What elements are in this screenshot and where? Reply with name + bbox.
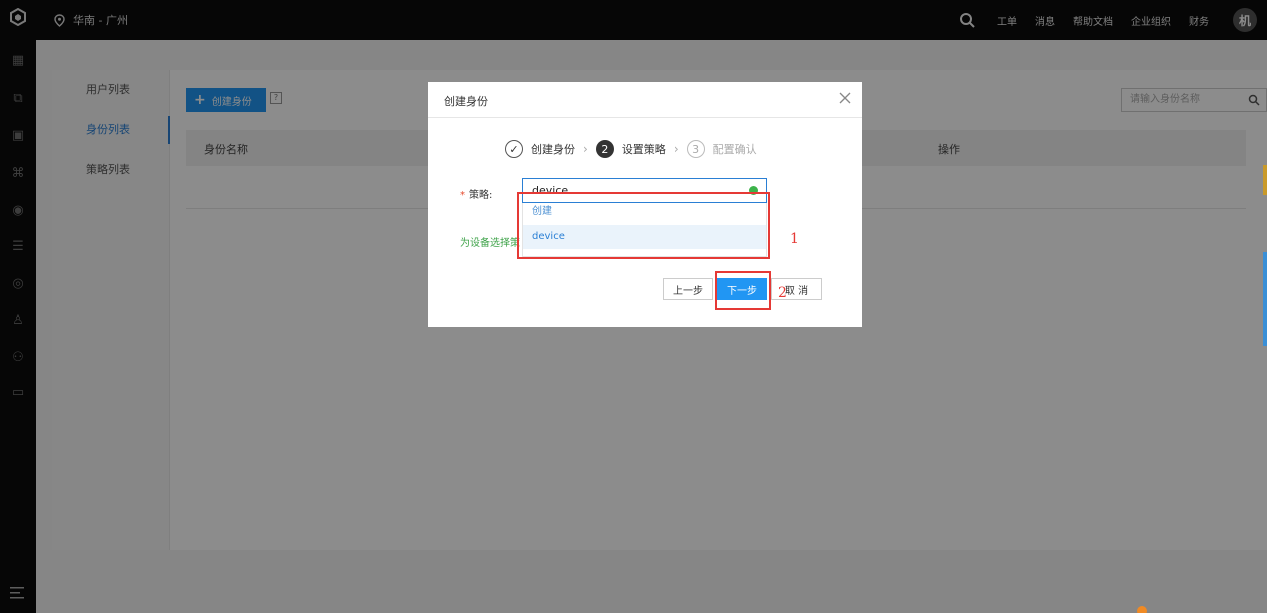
policy-hint: 为设备选择策	[460, 238, 520, 249]
annotation-box-1	[517, 192, 770, 259]
previous-step-button[interactable]: 上一步	[663, 278, 713, 300]
annotation-number-1: 1	[790, 231, 799, 247]
step-3-label: 配置确认	[712, 143, 757, 156]
step-2-number: 2	[595, 140, 614, 158]
step-3-number: 3	[686, 140, 705, 158]
close-icon[interactable]	[838, 91, 852, 105]
side-feedback-tab[interactable]	[1263, 252, 1267, 346]
required-asterisk: *	[460, 190, 465, 201]
step-2-label: 设置策略	[621, 143, 666, 156]
annotation-number-2: 2	[778, 285, 787, 301]
side-float-tab[interactable]	[1263, 165, 1267, 195]
step-1-check-icon: ✓	[505, 140, 523, 158]
policy-label: * 策略:	[460, 190, 493, 201]
dialog-title: 创建身份	[444, 95, 488, 108]
annotation-box-2	[715, 271, 771, 310]
chevron-right-icon: ›	[583, 142, 588, 156]
dialog-header: 创建身份	[428, 82, 862, 118]
chevron-right-icon: ›	[673, 142, 679, 156]
step-1-label: 创建身份	[531, 143, 575, 156]
step-indicator: ✓ 创建身份 › 2 设置策略 › 3 配置确认	[505, 140, 757, 158]
corner-badge	[1137, 606, 1147, 613]
